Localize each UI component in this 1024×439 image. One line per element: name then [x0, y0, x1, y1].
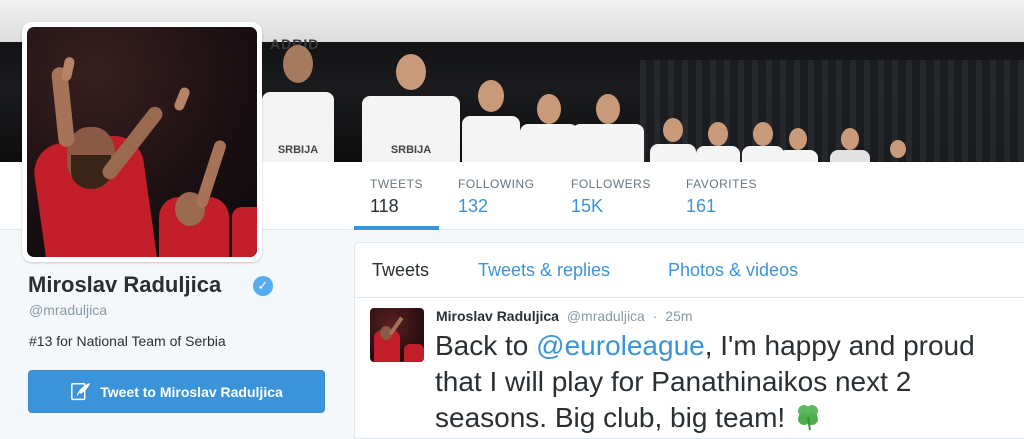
- profile-avatar[interactable]: [22, 22, 262, 262]
- banner-player: [880, 140, 916, 162]
- banner-player: [830, 128, 870, 162]
- stat-value: 132: [458, 196, 489, 216]
- tweet-to-label: Tweet to Miroslav Raduljica: [100, 383, 283, 400]
- banner-player: SRBIJA: [362, 54, 460, 162]
- banner-player: [778, 128, 818, 162]
- profile-handle[interactable]: @mraduljica: [29, 302, 107, 318]
- timeline: Tweets Tweets & replies Photos & videos …: [354, 242, 1024, 439]
- tweet-author-handle[interactable]: @mraduljica: [567, 308, 645, 324]
- stat-label: FAVORITES: [686, 177, 757, 191]
- tab-photos-and-videos[interactable]: Photos & videos: [668, 260, 798, 281]
- tweet-mention-link[interactable]: @euroleague: [536, 330, 705, 361]
- tab-tweets-and-replies[interactable]: Tweets & replies: [478, 260, 610, 281]
- avatar-photo: [27, 27, 257, 257]
- profile-bio: #13 for National Team of Serbia: [29, 333, 226, 349]
- stat-label: FOLLOWERS: [571, 177, 651, 191]
- stat-followers[interactable]: FOLLOWERS 15K: [571, 162, 651, 230]
- stat-favorites[interactable]: FAVORITES 161: [686, 162, 757, 230]
- banner-player: [462, 80, 520, 162]
- stat-value: 118: [370, 196, 399, 216]
- banner-player: [572, 94, 644, 162]
- feather-icon: [71, 382, 91, 400]
- four-leaf-clover-icon: [797, 405, 818, 431]
- tweet-to-button[interactable]: Tweet to Miroslav Raduljica: [28, 370, 325, 413]
- profile-name[interactable]: Miroslav Raduljica: [28, 272, 221, 298]
- tweet-author-name[interactable]: Miroslav Raduljica: [436, 308, 559, 324]
- stat-value: 15K: [571, 196, 604, 216]
- banner-player: [696, 122, 740, 162]
- tweet-header: Miroslav Raduljica @mraduljica · 25m: [436, 308, 693, 324]
- stat-label: FOLLOWING: [458, 177, 535, 191]
- tweet-timestamp[interactable]: 25m: [665, 308, 692, 324]
- tweet-separator: ·: [652, 308, 658, 324]
- tweet-author-avatar[interactable]: [370, 308, 424, 362]
- stat-label: TWEETS: [370, 177, 423, 191]
- stat-following[interactable]: FOLLOWING 132: [458, 162, 535, 230]
- stat-value: 161: [686, 196, 717, 216]
- banner-player: [650, 118, 696, 162]
- tweet-text: Back to @euroleague, I'm happy and proud…: [435, 328, 1024, 436]
- tab-tweets[interactable]: Tweets: [372, 260, 429, 281]
- banner-player: [520, 94, 578, 162]
- verified-badge-icon: ✓: [253, 276, 273, 296]
- timeline-tabs: Tweets Tweets & replies Photos & videos: [355, 243, 1024, 298]
- tweet-text-start: Back to: [435, 330, 537, 361]
- stat-tweets[interactable]: TWEETS 118: [354, 162, 439, 230]
- banner-player: SRBIJA: [262, 37, 334, 162]
